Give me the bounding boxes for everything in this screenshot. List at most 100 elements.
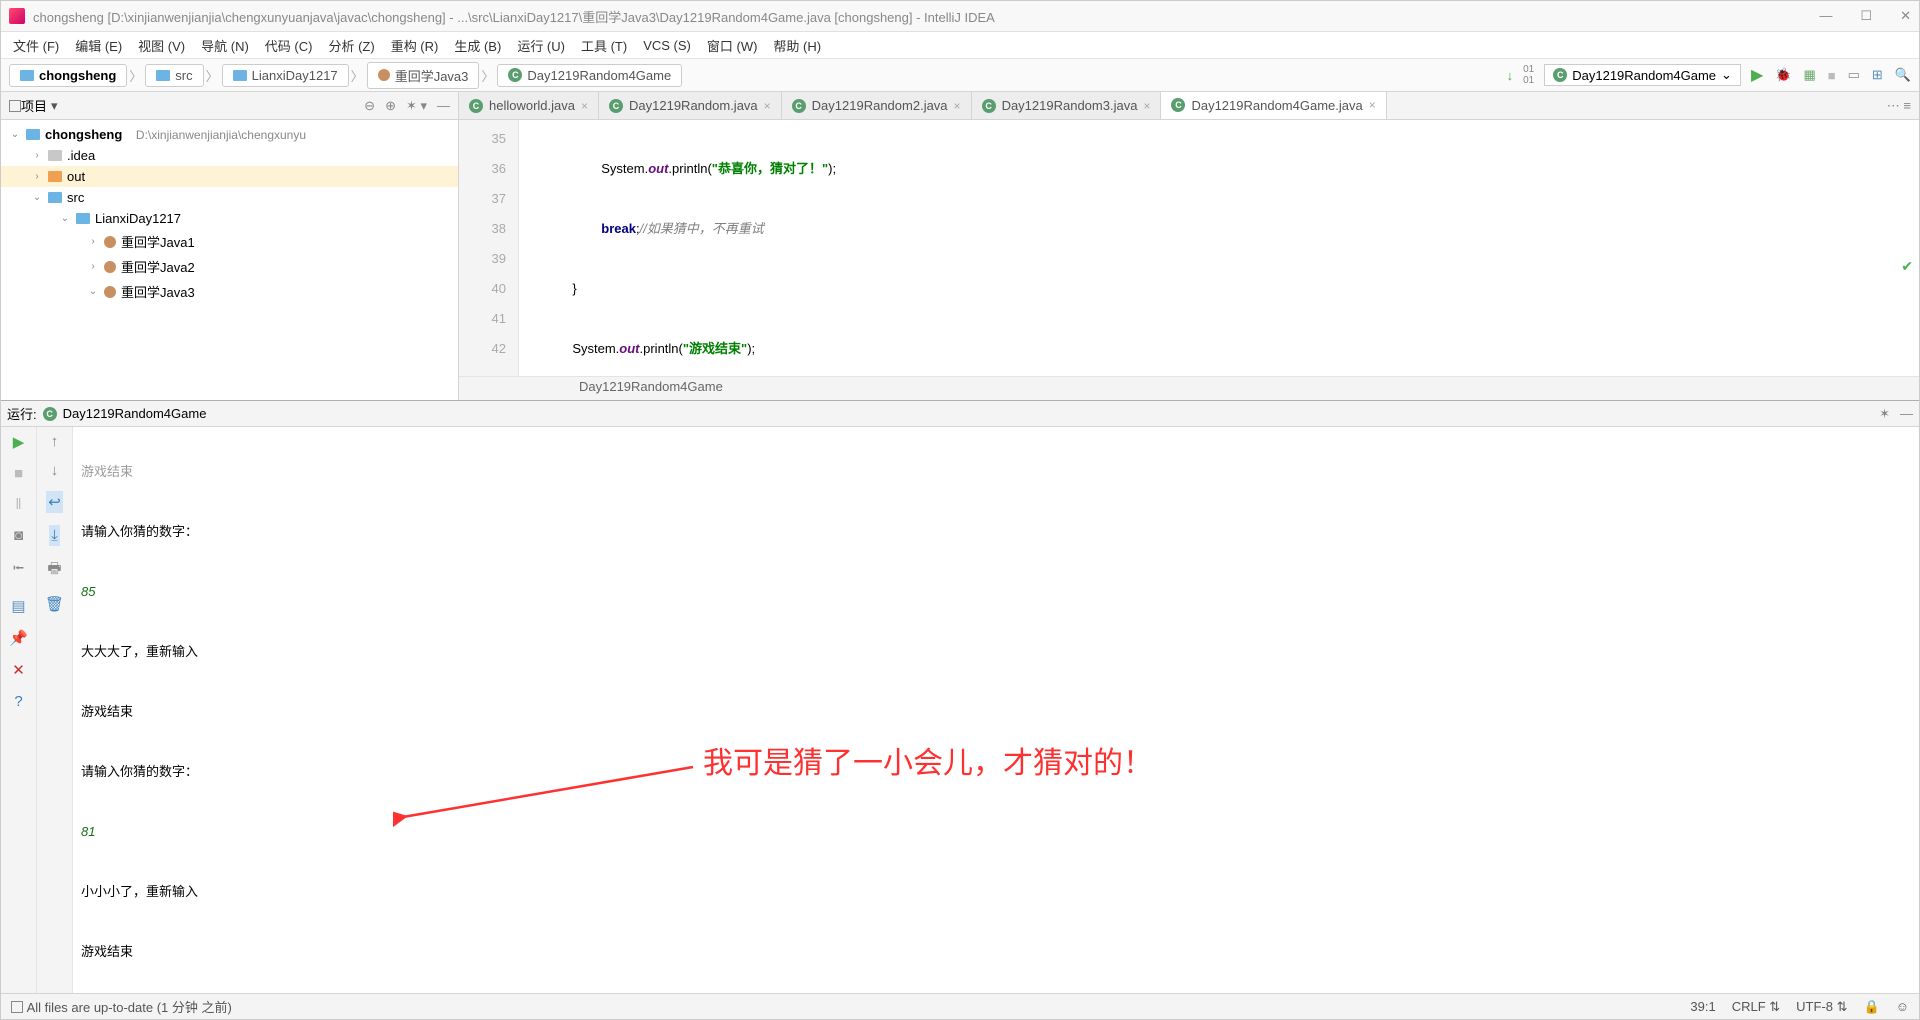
- menu-vcs[interactable]: VCS (S): [637, 36, 697, 55]
- editor-area: helloworld.java× Day1219Random.java× Day…: [459, 92, 1919, 400]
- close-icon[interactable]: ×: [764, 99, 771, 113]
- stop-button[interactable]: ■: [14, 465, 23, 482]
- tab-random2[interactable]: Day1219Random2.java×: [782, 92, 972, 119]
- tabs-menu-icon[interactable]: ⋯ ≡: [1887, 98, 1911, 114]
- camera-icon[interactable]: ◙: [14, 527, 23, 544]
- editor-tabs: helloworld.java× Day1219Random.java× Day…: [459, 92, 1919, 120]
- debug-button[interactable]: 🐞: [1775, 67, 1791, 83]
- line-ending[interactable]: CRLF ⇅: [1732, 999, 1780, 1015]
- coverage-button[interactable]: ▦: [1803, 67, 1815, 83]
- navigation-bar: chongsheng〉 src〉 LianxiDay1217〉 重回学Java3…: [1, 59, 1919, 92]
- folder-icon: [48, 171, 62, 182]
- close-icon[interactable]: ×: [954, 99, 961, 113]
- window-title: chongsheng [D:\xinjianwenjianjia\chengxu…: [33, 7, 995, 26]
- folder-icon: [156, 70, 170, 81]
- tab-random[interactable]: Day1219Random.java×: [599, 92, 782, 119]
- ok-check-icon: ✔: [1901, 258, 1913, 275]
- gear-icon[interactable]: ✶: [1879, 406, 1890, 422]
- menu-help[interactable]: 帮助 (H): [767, 34, 827, 57]
- breadcrumb-file[interactable]: Day1219Random4Game: [497, 64, 682, 87]
- maximize-button[interactable]: ☐: [1860, 8, 1872, 24]
- menu-edit[interactable]: 编辑 (E): [69, 34, 128, 57]
- menu-view[interactable]: 视图 (V): [132, 34, 191, 57]
- breadcrumb: chongsheng〉 src〉 LianxiDay1217〉 重回学Java3…: [9, 62, 681, 89]
- close-icon[interactable]: ×: [1369, 98, 1376, 112]
- help-icon[interactable]: ?: [14, 693, 22, 710]
- tab-random4game[interactable]: Day1219Random4Game.java×: [1161, 92, 1386, 120]
- layout-icon[interactable]: ▤: [11, 597, 25, 615]
- menu-run[interactable]: 运行 (U): [511, 34, 571, 57]
- search-icon[interactable]: 🔍: [1895, 67, 1911, 83]
- breadcrumb-root[interactable]: chongsheng: [9, 64, 127, 87]
- trash-icon[interactable]: 🗑: [45, 595, 64, 613]
- hide-icon[interactable]: —: [437, 98, 450, 114]
- folder-icon: [20, 70, 34, 81]
- minimize-button[interactable]: —: [1819, 8, 1832, 24]
- rerun-button[interactable]: ▶: [13, 433, 25, 451]
- menu-nav[interactable]: 导航 (N): [195, 34, 255, 57]
- up-icon[interactable]: ↑: [51, 433, 59, 450]
- run-button[interactable]: ▶: [1751, 65, 1763, 85]
- encoding[interactable]: UTF-8 ⇅: [1796, 999, 1847, 1015]
- inspect-icon[interactable]: ☺: [1896, 999, 1909, 1014]
- status-icon: [11, 1001, 23, 1013]
- select-open-icon[interactable]: ⊕: [385, 98, 396, 114]
- folder-icon: [233, 70, 247, 81]
- menu-analyse[interactable]: 分析 (Z): [322, 34, 380, 57]
- menu-code[interactable]: 代码 (C): [259, 34, 319, 57]
- code-editor[interactable]: ✔ 3536373839404142 System.out.println("恭…: [459, 120, 1919, 376]
- breadcrumb-src[interactable]: src: [145, 64, 203, 87]
- close-button[interactable]: ✕: [1900, 8, 1911, 24]
- close-icon[interactable]: ×: [1143, 99, 1150, 113]
- folder-icon: [76, 213, 90, 224]
- scroll-icon[interactable]: ⤓: [49, 525, 60, 546]
- editor-breadcrumb: Day1219Random4Game: [459, 376, 1919, 400]
- cursor-position[interactable]: 39:1: [1690, 999, 1715, 1014]
- down-icon[interactable]: ↓: [51, 462, 59, 479]
- layout-icon[interactable]: ▭: [1848, 67, 1860, 83]
- update-icon[interactable]: ↓: [1507, 68, 1514, 83]
- collapse-icon[interactable]: ⊖: [364, 98, 375, 114]
- structure-icon[interactable]: ⊞: [1872, 67, 1883, 83]
- console-output[interactable]: 游戏结束 请输入你猜的数字： 85 大大大了，重新输入 游戏结束 请输入你猜的数…: [73, 427, 1919, 993]
- close-icon[interactable]: ×: [581, 99, 588, 113]
- run-panel: 运行: Day1219Random4Game ✶— ▶ ■ ‖ ◙ ⭰ ▤ 📌 …: [1, 400, 1919, 993]
- menu-tools[interactable]: 工具 (T): [575, 34, 633, 57]
- status-bar: All files are up-to-date (1 分钟 之前) 39:1 …: [1, 993, 1919, 1019]
- tab-random3[interactable]: Day1219Random3.java×: [972, 92, 1162, 119]
- breadcrumb-sub[interactable]: 重回学Java3: [367, 62, 480, 89]
- print-icon[interactable]: 🖶: [47, 558, 61, 583]
- class-icon: [43, 407, 57, 421]
- menu-build[interactable]: 生成 (B): [448, 34, 507, 57]
- pause-icon[interactable]: ‖: [15, 496, 21, 513]
- run-config-select[interactable]: Day1219Random4Game⌄: [1544, 64, 1741, 86]
- class-icon: [792, 99, 806, 113]
- pin-icon[interactable]: 📌: [9, 629, 28, 647]
- project-tree[interactable]: ⌄chongsheng D:\xinjianwenjianjia\chengxu…: [1, 120, 458, 400]
- status-message: All files are up-to-date (1 分钟 之前): [27, 997, 232, 1016]
- class-icon: [1553, 68, 1567, 82]
- annotation-text: 我可是猜了一小会儿，才猜对的！: [703, 749, 1153, 779]
- folder-icon: [26, 129, 40, 140]
- stop-button[interactable]: ■: [1828, 68, 1836, 83]
- package-icon: [104, 261, 116, 273]
- app-icon: [9, 8, 25, 24]
- lock-icon[interactable]: 🔒: [1864, 999, 1880, 1015]
- title-bar: chongsheng [D:\xinjianwenjianjia\chengxu…: [1, 1, 1919, 32]
- hide-icon[interactable]: —: [1900, 406, 1913, 422]
- code-text[interactable]: System.out.println("恭喜你，猜对了！"); break;//…: [519, 120, 1919, 376]
- menu-bar: 文件 (F) 编辑 (E) 视图 (V) 导航 (N) 代码 (C) 分析 (Z…: [1, 32, 1919, 59]
- menu-file[interactable]: 文件 (F): [7, 34, 65, 57]
- gear-icon[interactable]: ✶ ▾: [406, 98, 427, 114]
- tab-helloworld[interactable]: helloworld.java×: [459, 92, 599, 119]
- menu-refactor[interactable]: 重构 (R): [385, 34, 445, 57]
- class-icon: [609, 99, 623, 113]
- exit-icon[interactable]: ⭰: [13, 558, 24, 583]
- breadcrumb-pkg[interactable]: LianxiDay1217: [222, 64, 349, 87]
- run-tools-2: ↑ ↓ ↩ ⤓ 🖶 🗑: [37, 427, 73, 993]
- class-icon: [469, 99, 483, 113]
- menu-window[interactable]: 窗口 (W): [701, 34, 764, 57]
- wrap-icon[interactable]: ↩: [46, 491, 63, 513]
- close-icon[interactable]: ✕: [12, 661, 25, 679]
- class-icon: [1171, 98, 1185, 112]
